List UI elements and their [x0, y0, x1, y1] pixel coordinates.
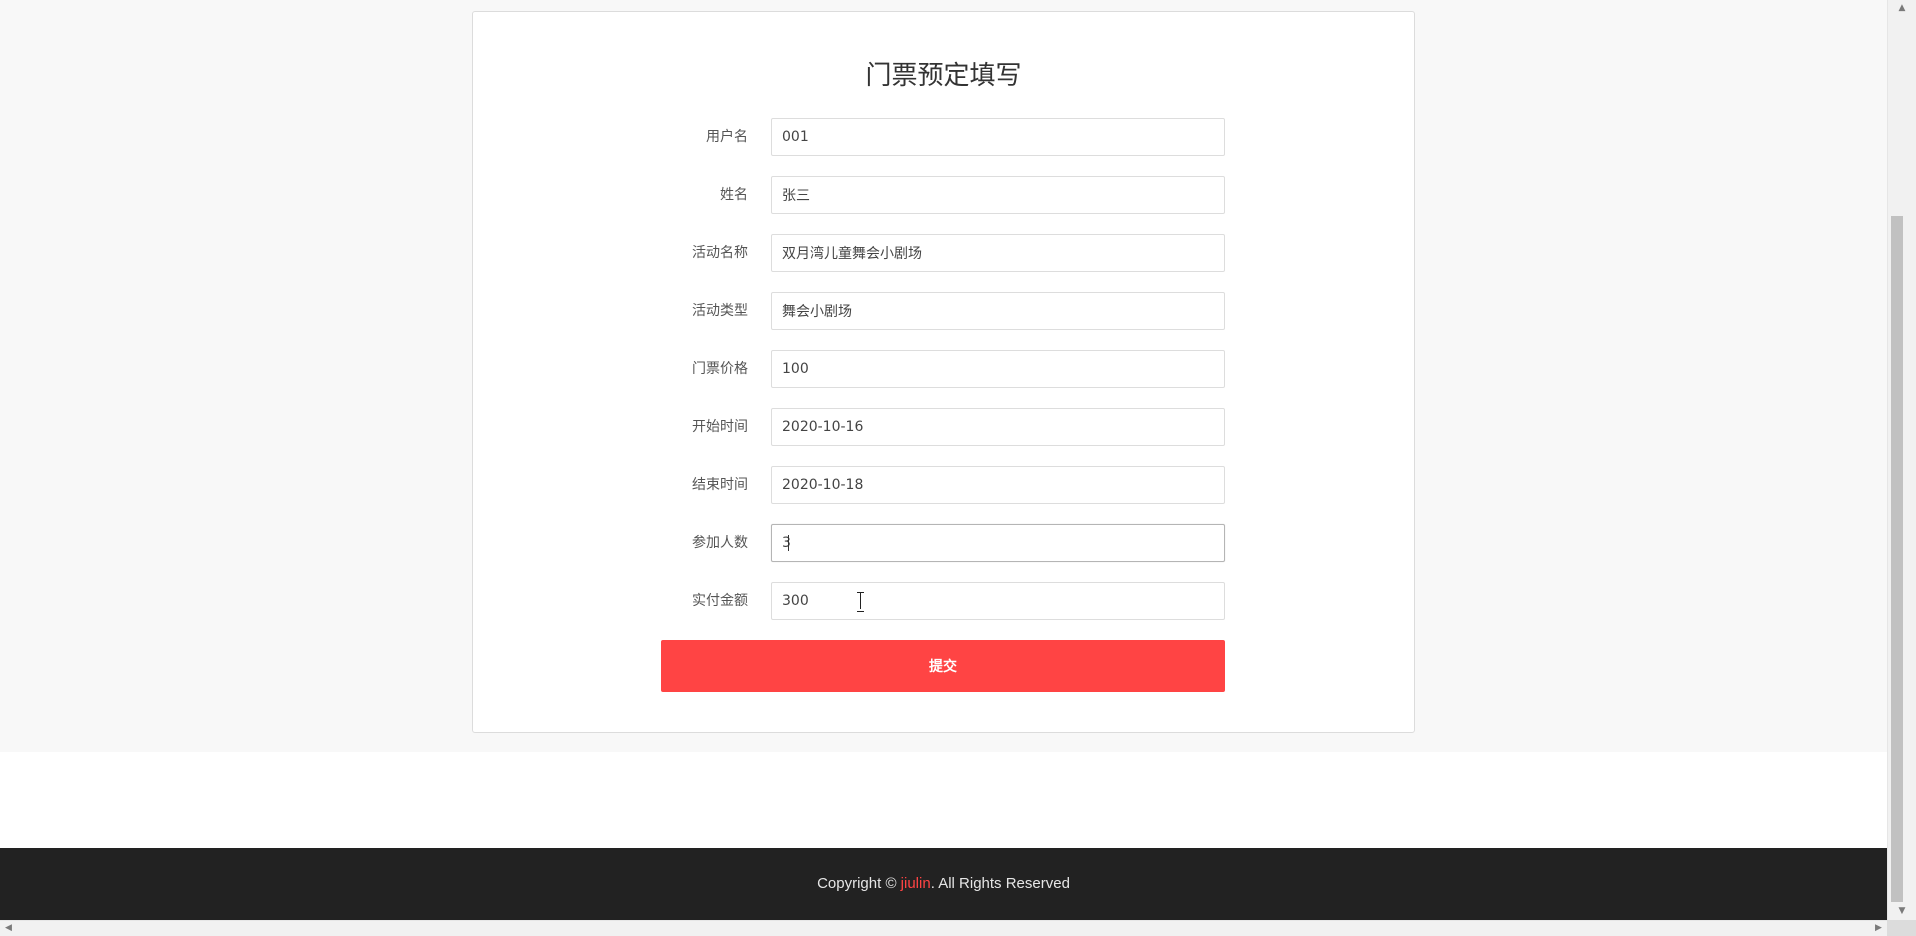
scrollbar-corner	[1887, 920, 1916, 936]
username-label: 用户名	[706, 129, 748, 145]
scroll-down-arrow-icon[interactable]: ▼	[1888, 903, 1916, 920]
name-label: 姓名	[720, 187, 748, 203]
start-time-label: 开始时间	[692, 419, 748, 435]
form-title: 门票预定填写	[865, 61, 1022, 91]
name-input[interactable]	[771, 176, 1225, 214]
amount-paid-label: 实付金额	[692, 593, 748, 609]
form-row-start-time: 开始时间	[473, 408, 1414, 446]
ibeam-cursor-icon	[856, 592, 866, 612]
scroll-up-arrow-icon[interactable]: ▲	[1888, 0, 1916, 17]
amount-paid-input[interactable]	[771, 582, 1225, 620]
activity-name-input[interactable]	[771, 234, 1225, 272]
activity-type-label: 活动类型	[692, 303, 748, 319]
page-background: 门票预定填写 用户名 姓名 活动名称 活动类型 门票价格 开始时间 结束时间	[0, 0, 1887, 752]
start-time-input[interactable]	[771, 408, 1225, 446]
ticket-price-label: 门票价格	[692, 361, 748, 377]
booking-form-card: 门票预定填写 用户名 姓名 活动名称 活动类型 门票价格 开始时间 结束时间	[472, 11, 1415, 733]
ticket-price-input[interactable]	[771, 350, 1225, 388]
horizontal-scrollbar[interactable]: ◀ ▶	[0, 920, 1887, 936]
form-row-ticket-price: 门票价格	[473, 350, 1414, 388]
scroll-right-arrow-icon[interactable]: ▶	[1870, 921, 1887, 936]
form-row-amount-paid: 实付金额	[473, 582, 1414, 620]
activity-name-label: 活动名称	[692, 245, 748, 261]
end-time-input[interactable]	[771, 466, 1225, 504]
form-row-end-time: 结束时间	[473, 466, 1414, 504]
footer-brand-link[interactable]: jiulin	[901, 875, 931, 892]
content-spacer	[0, 752, 1887, 848]
participants-label: 参加人数	[692, 535, 748, 551]
submit-button[interactable]: 提交	[661, 640, 1225, 692]
vertical-scrollbar-thumb[interactable]	[1891, 216, 1903, 902]
activity-type-input[interactable]	[771, 292, 1225, 330]
form-row-activity-name: 活动名称	[473, 234, 1414, 272]
footer-copyright-suffix: . All Rights Reserved	[930, 875, 1070, 892]
scroll-left-arrow-icon[interactable]: ◀	[0, 921, 17, 936]
username-input[interactable]	[771, 118, 1225, 156]
form-row-activity-type: 活动类型	[473, 292, 1414, 330]
form-row-participants: 参加人数	[473, 524, 1414, 562]
form-row-name: 姓名	[473, 176, 1414, 214]
footer: Copyright © jiulin. All Rights Reserved	[0, 848, 1887, 920]
vertical-scrollbar[interactable]: ▲ ▼	[1887, 0, 1916, 920]
end-time-label: 结束时间	[692, 477, 748, 493]
text-caret	[788, 535, 789, 551]
participants-input[interactable]	[771, 524, 1225, 562]
footer-copyright-prefix: Copyright ©	[817, 875, 901, 892]
form-row-username: 用户名	[473, 118, 1414, 156]
